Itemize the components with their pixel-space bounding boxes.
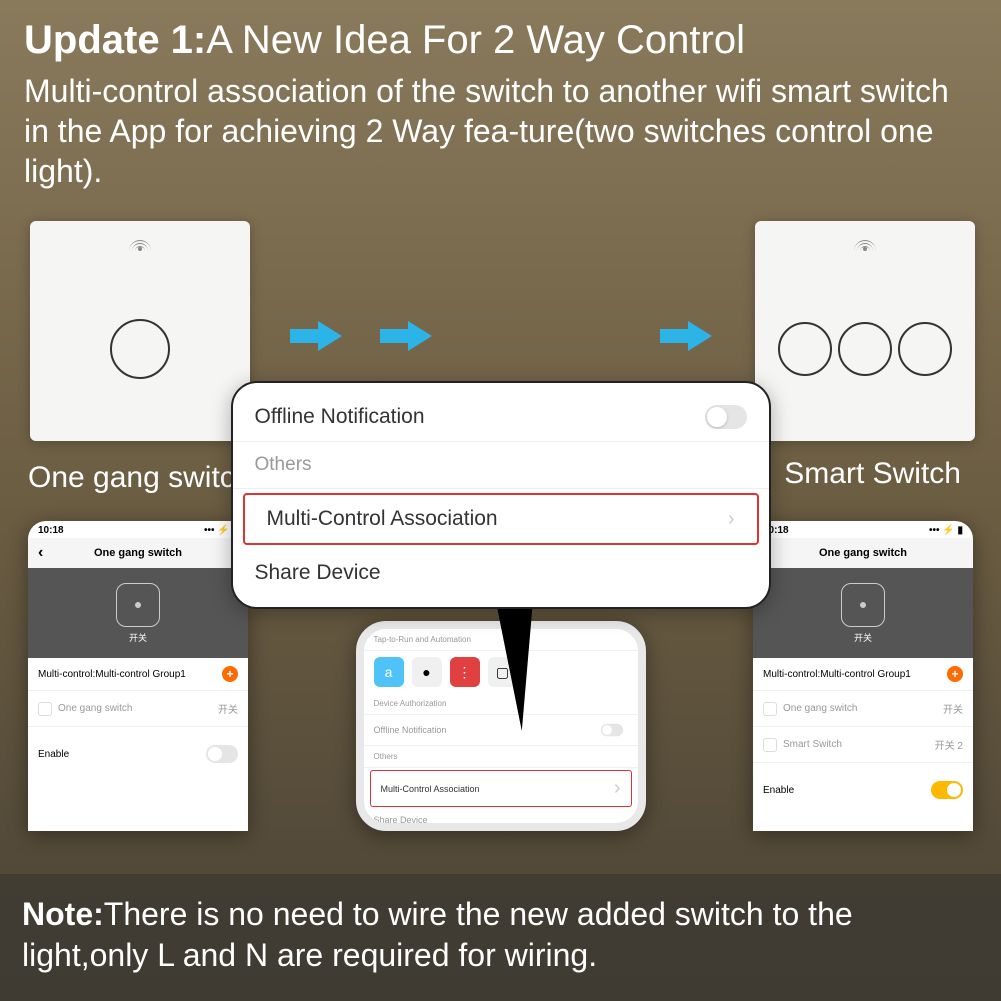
one-gang-switch-panel	[30, 221, 250, 441]
time-label: 10:18	[38, 525, 64, 536]
title-rest: A New Idea For 2 Way Control	[206, 18, 745, 62]
header-subtitle: Multi-control association of the switch …	[24, 71, 977, 191]
item-value: 开关	[943, 701, 963, 716]
enable-row[interactable]: Enable	[28, 735, 248, 773]
nav-title: One gang switch	[753, 547, 973, 559]
toggle-on-icon[interactable]	[931, 781, 963, 799]
enable-row[interactable]: Enable	[753, 771, 973, 809]
wifi-icon	[853, 233, 877, 251]
update-label: Update 1:	[24, 18, 206, 62]
phone-screenshot-right: 10:18 ••• ⚡ ▮ ‹ One gang switch 开关 Multi…	[753, 521, 973, 831]
popup-label: Others	[255, 454, 312, 476]
nav-title: One gang switch	[28, 547, 248, 559]
share-device-row[interactable]: Share Device	[233, 549, 769, 597]
popup-label: Offline Notification	[255, 405, 425, 429]
item-icon	[763, 702, 777, 716]
share-row[interactable]: Share Device	[364, 809, 638, 831]
wifi-icon	[128, 233, 152, 251]
device-label: 开关	[129, 631, 147, 644]
device-icon[interactable]	[841, 583, 885, 627]
nav-bar: ‹ One gang switch	[753, 538, 973, 568]
multi-control-group-row[interactable]: Multi-control:Multi-control Group1 +	[28, 658, 248, 691]
alexa-icon[interactable]: a	[374, 657, 404, 687]
item-label: One gang switch	[783, 703, 858, 714]
status-bar: 10:18 ••• ⚡ ▮	[753, 521, 973, 538]
touch-button[interactable]	[898, 322, 952, 376]
one-gang-switch-label: One gang switch	[28, 461, 251, 495]
status-bar: 10:18 ••• ⚡ ▮	[28, 521, 248, 538]
footer-note: Note:There is no need to wire the new ad…	[0, 874, 1001, 1001]
app-icon[interactable]: ⋮	[450, 657, 480, 687]
diagram-area: One gang switch Smart Switch Offline Not…	[0, 201, 1001, 831]
touch-button[interactable]	[778, 322, 832, 376]
popup-label: Multi-Control Association	[267, 507, 498, 531]
item-label: One gang switch	[58, 703, 133, 714]
header-title: Update 1:A New Idea For 2 Way Control	[24, 18, 977, 63]
google-icon[interactable]: ●	[412, 657, 442, 687]
toggle-off-icon[interactable]	[705, 405, 747, 429]
arrow-icon	[380, 321, 430, 351]
multi-control-row[interactable]: Multi-Control Association›	[370, 770, 632, 807]
settings-popup: Offline Notification Others Multi-Contro…	[231, 381, 771, 609]
add-icon[interactable]: +	[222, 666, 238, 682]
device-icon[interactable]	[116, 583, 160, 627]
group-label: Multi-control:Multi-control Group1	[763, 669, 911, 680]
touch-button[interactable]	[838, 322, 892, 376]
list-item[interactable]: One gang switch 开关	[28, 691, 248, 727]
nav-bar: ‹ One gang switch	[28, 538, 248, 568]
list-item[interactable]: One gang switch 开关	[753, 691, 973, 727]
add-icon[interactable]: +	[947, 666, 963, 682]
device-label: 开关	[854, 631, 872, 644]
smart-switch-panel	[755, 221, 975, 441]
note-text: There is no need to wire the new added s…	[22, 896, 853, 974]
pointer-icon	[493, 591, 533, 731]
group-label: Multi-control:Multi-control Group1	[38, 669, 186, 680]
enable-label: Enable	[763, 785, 794, 796]
device-preview: 开关	[753, 568, 973, 658]
popup-label: Share Device	[255, 561, 381, 585]
touch-button[interactable]	[110, 319, 170, 379]
header: Update 1:A New Idea For 2 Way Control Mu…	[0, 0, 1001, 201]
device-preview: 开关	[28, 568, 248, 658]
toggle-off-icon[interactable]	[206, 745, 238, 763]
note-bold: Note:	[22, 896, 104, 932]
chevron-right-icon: ›	[614, 777, 621, 800]
smart-switch-label: Smart Switch	[784, 457, 961, 491]
phone-screenshot-left: 10:18 ••• ⚡ ▮ ‹ One gang switch 开关 Multi…	[28, 521, 248, 831]
others-row: Others	[364, 746, 638, 768]
item-value: 开关 2	[935, 737, 963, 752]
multi-control-row[interactable]: Multi-Control Association ›	[243, 493, 759, 545]
chevron-right-icon: ›	[728, 508, 735, 531]
item-value: 开关	[218, 701, 238, 716]
item-icon	[763, 738, 777, 752]
item-icon	[38, 702, 52, 716]
status-icons: ••• ⚡ ▮	[929, 525, 963, 536]
arrow-icon	[660, 321, 710, 351]
list-item[interactable]: Smart Switch 开关 2	[753, 727, 973, 763]
toggle-off-icon[interactable]	[600, 724, 622, 737]
others-section: Others	[233, 442, 769, 489]
offline-notification-row[interactable]: Offline Notification	[233, 393, 769, 442]
multi-control-group-row[interactable]: Multi-control:Multi-control Group1 +	[753, 658, 973, 691]
item-label: Smart Switch	[783, 739, 842, 750]
enable-label: Enable	[38, 749, 69, 760]
arrow-icon	[290, 321, 340, 351]
